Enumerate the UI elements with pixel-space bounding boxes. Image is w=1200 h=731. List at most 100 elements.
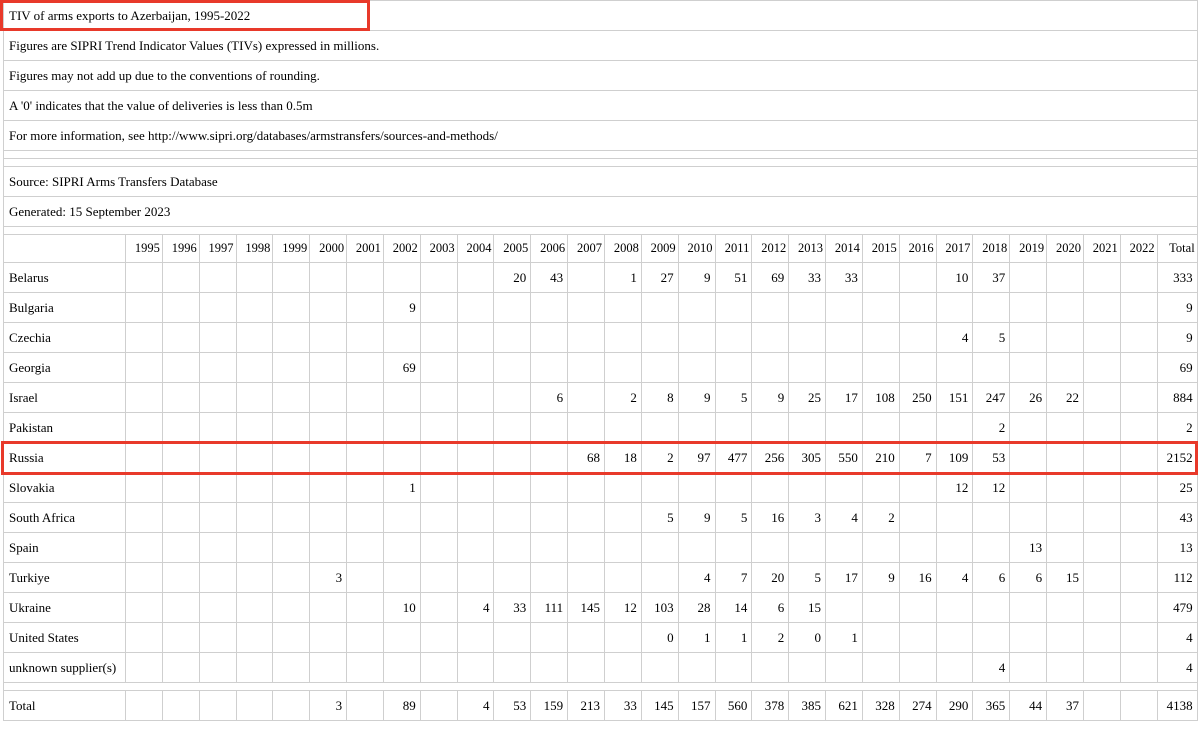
- source-line: Source: SIPRI Arms Transfers Database: [3, 166, 1198, 197]
- supplier-name: unknown supplier(s): [3, 652, 126, 683]
- table-cell: [125, 412, 163, 443]
- table-cell: [567, 352, 605, 383]
- table-cell: [861, 292, 900, 323]
- table-cell: 2: [1156, 412, 1198, 443]
- table-cell: [898, 652, 937, 683]
- table-cell: [161, 322, 200, 353]
- table-cell: [346, 622, 384, 653]
- table-cell: 479: [1156, 592, 1198, 623]
- table-cell: [456, 412, 495, 443]
- table-cell: [198, 382, 237, 413]
- table-row: Belarus 20 43 1 27 9 51 69 33 33 10 37 333: [3, 262, 1198, 293]
- table-cell: [419, 652, 458, 683]
- table-cell: [1082, 412, 1121, 443]
- table-cell: [1009, 262, 1048, 293]
- table-cell: [640, 562, 679, 593]
- table-cell: [125, 532, 163, 563]
- table-cell: [603, 562, 642, 593]
- table-cell: [567, 562, 605, 593]
- table-cell: 4138: [1156, 690, 1198, 721]
- table-cell: 1: [382, 472, 421, 503]
- table-cell: 112: [1156, 562, 1198, 593]
- table-cell: [677, 352, 716, 383]
- table-cell: [1082, 592, 1121, 623]
- column-header: 2004: [456, 234, 495, 263]
- table-cell: [309, 532, 348, 563]
- table-cell: [1046, 292, 1084, 323]
- table-row: Russia 68 18 2 97 477 256 305 550 210 7 109 53 2152: [3, 442, 1198, 473]
- table-cell: [382, 562, 421, 593]
- table-cell: [161, 532, 200, 563]
- table-cell: [419, 622, 458, 653]
- table-cell: [788, 472, 827, 503]
- table-cell: [161, 442, 200, 473]
- table-cell: 621: [825, 690, 863, 721]
- column-header: 2011: [714, 234, 753, 263]
- table-cell: [198, 352, 237, 383]
- column-header: 2015: [861, 234, 900, 263]
- table-cell: [1082, 502, 1121, 533]
- table-row: Czechia 4 5 9: [3, 322, 1198, 353]
- table-row: South Africa 5 9 5 16 3 4 2 43: [3, 502, 1198, 533]
- table-cell: [1082, 382, 1121, 413]
- table-cell: [1046, 652, 1084, 683]
- table-cell: [603, 412, 642, 443]
- table-cell: 25: [1156, 472, 1198, 503]
- table-cell: [1082, 472, 1121, 503]
- table-cell: [640, 532, 679, 563]
- table-cell: [751, 292, 790, 323]
- table-cell: [309, 622, 348, 653]
- page-title: TIV of arms exports to Azerbaijan, 1995-…: [3, 0, 1198, 31]
- column-header: 2009: [640, 234, 679, 263]
- table-cell: [125, 382, 163, 413]
- table-cell: [346, 690, 384, 721]
- table-cell: [640, 322, 679, 353]
- table-cell: 2: [603, 382, 642, 413]
- table-cell: 1: [825, 622, 863, 653]
- table-cell: [272, 322, 311, 353]
- table-cell: [1119, 562, 1158, 593]
- table-cell: [1119, 592, 1158, 623]
- table-cell: [493, 292, 532, 323]
- table-cell: [1046, 322, 1084, 353]
- table-cell: [861, 532, 900, 563]
- table-cell: [1009, 322, 1048, 353]
- table-cell: [751, 412, 790, 443]
- table-cell: [1119, 532, 1158, 563]
- column-header: 1995: [125, 234, 163, 263]
- table-cell: [1009, 292, 1048, 323]
- table-cell: [677, 532, 716, 563]
- table-cell: [530, 562, 569, 593]
- column-header: 2014: [825, 234, 863, 263]
- table-cell: [125, 622, 163, 653]
- table-cell: [1046, 472, 1084, 503]
- table-cell: [346, 382, 384, 413]
- table-cell: [456, 292, 495, 323]
- table-cell: [640, 472, 679, 503]
- table-cell: [346, 262, 384, 293]
- table-cell: [493, 532, 532, 563]
- table-cell: 13: [1009, 532, 1048, 563]
- table-cell: [272, 592, 311, 623]
- table-cell: [825, 532, 863, 563]
- table-cell: 33: [493, 592, 532, 623]
- table-cell: [530, 502, 569, 533]
- table-cell: 159: [530, 690, 569, 721]
- table-cell: [309, 382, 348, 413]
- table-cell: [235, 502, 274, 533]
- table-cell: [1119, 652, 1158, 683]
- table-cell: [972, 532, 1011, 563]
- table-cell: [198, 622, 237, 653]
- supplier-name: Bulgaria: [3, 292, 126, 323]
- table-row: Israel 6 2 8 9 5 9 25 17 108 250 151 247 26 22 884: [3, 382, 1198, 413]
- column-header: 1998: [235, 234, 274, 263]
- table-cell: [198, 562, 237, 593]
- table-cell: [346, 592, 384, 623]
- table-cell: [161, 412, 200, 443]
- table-cell: 6: [1009, 562, 1048, 593]
- table-cell: 17: [825, 382, 863, 413]
- table-cell: [714, 652, 753, 683]
- table-cell: [861, 322, 900, 353]
- table-cell: [309, 592, 348, 623]
- table-cell: [1119, 502, 1158, 533]
